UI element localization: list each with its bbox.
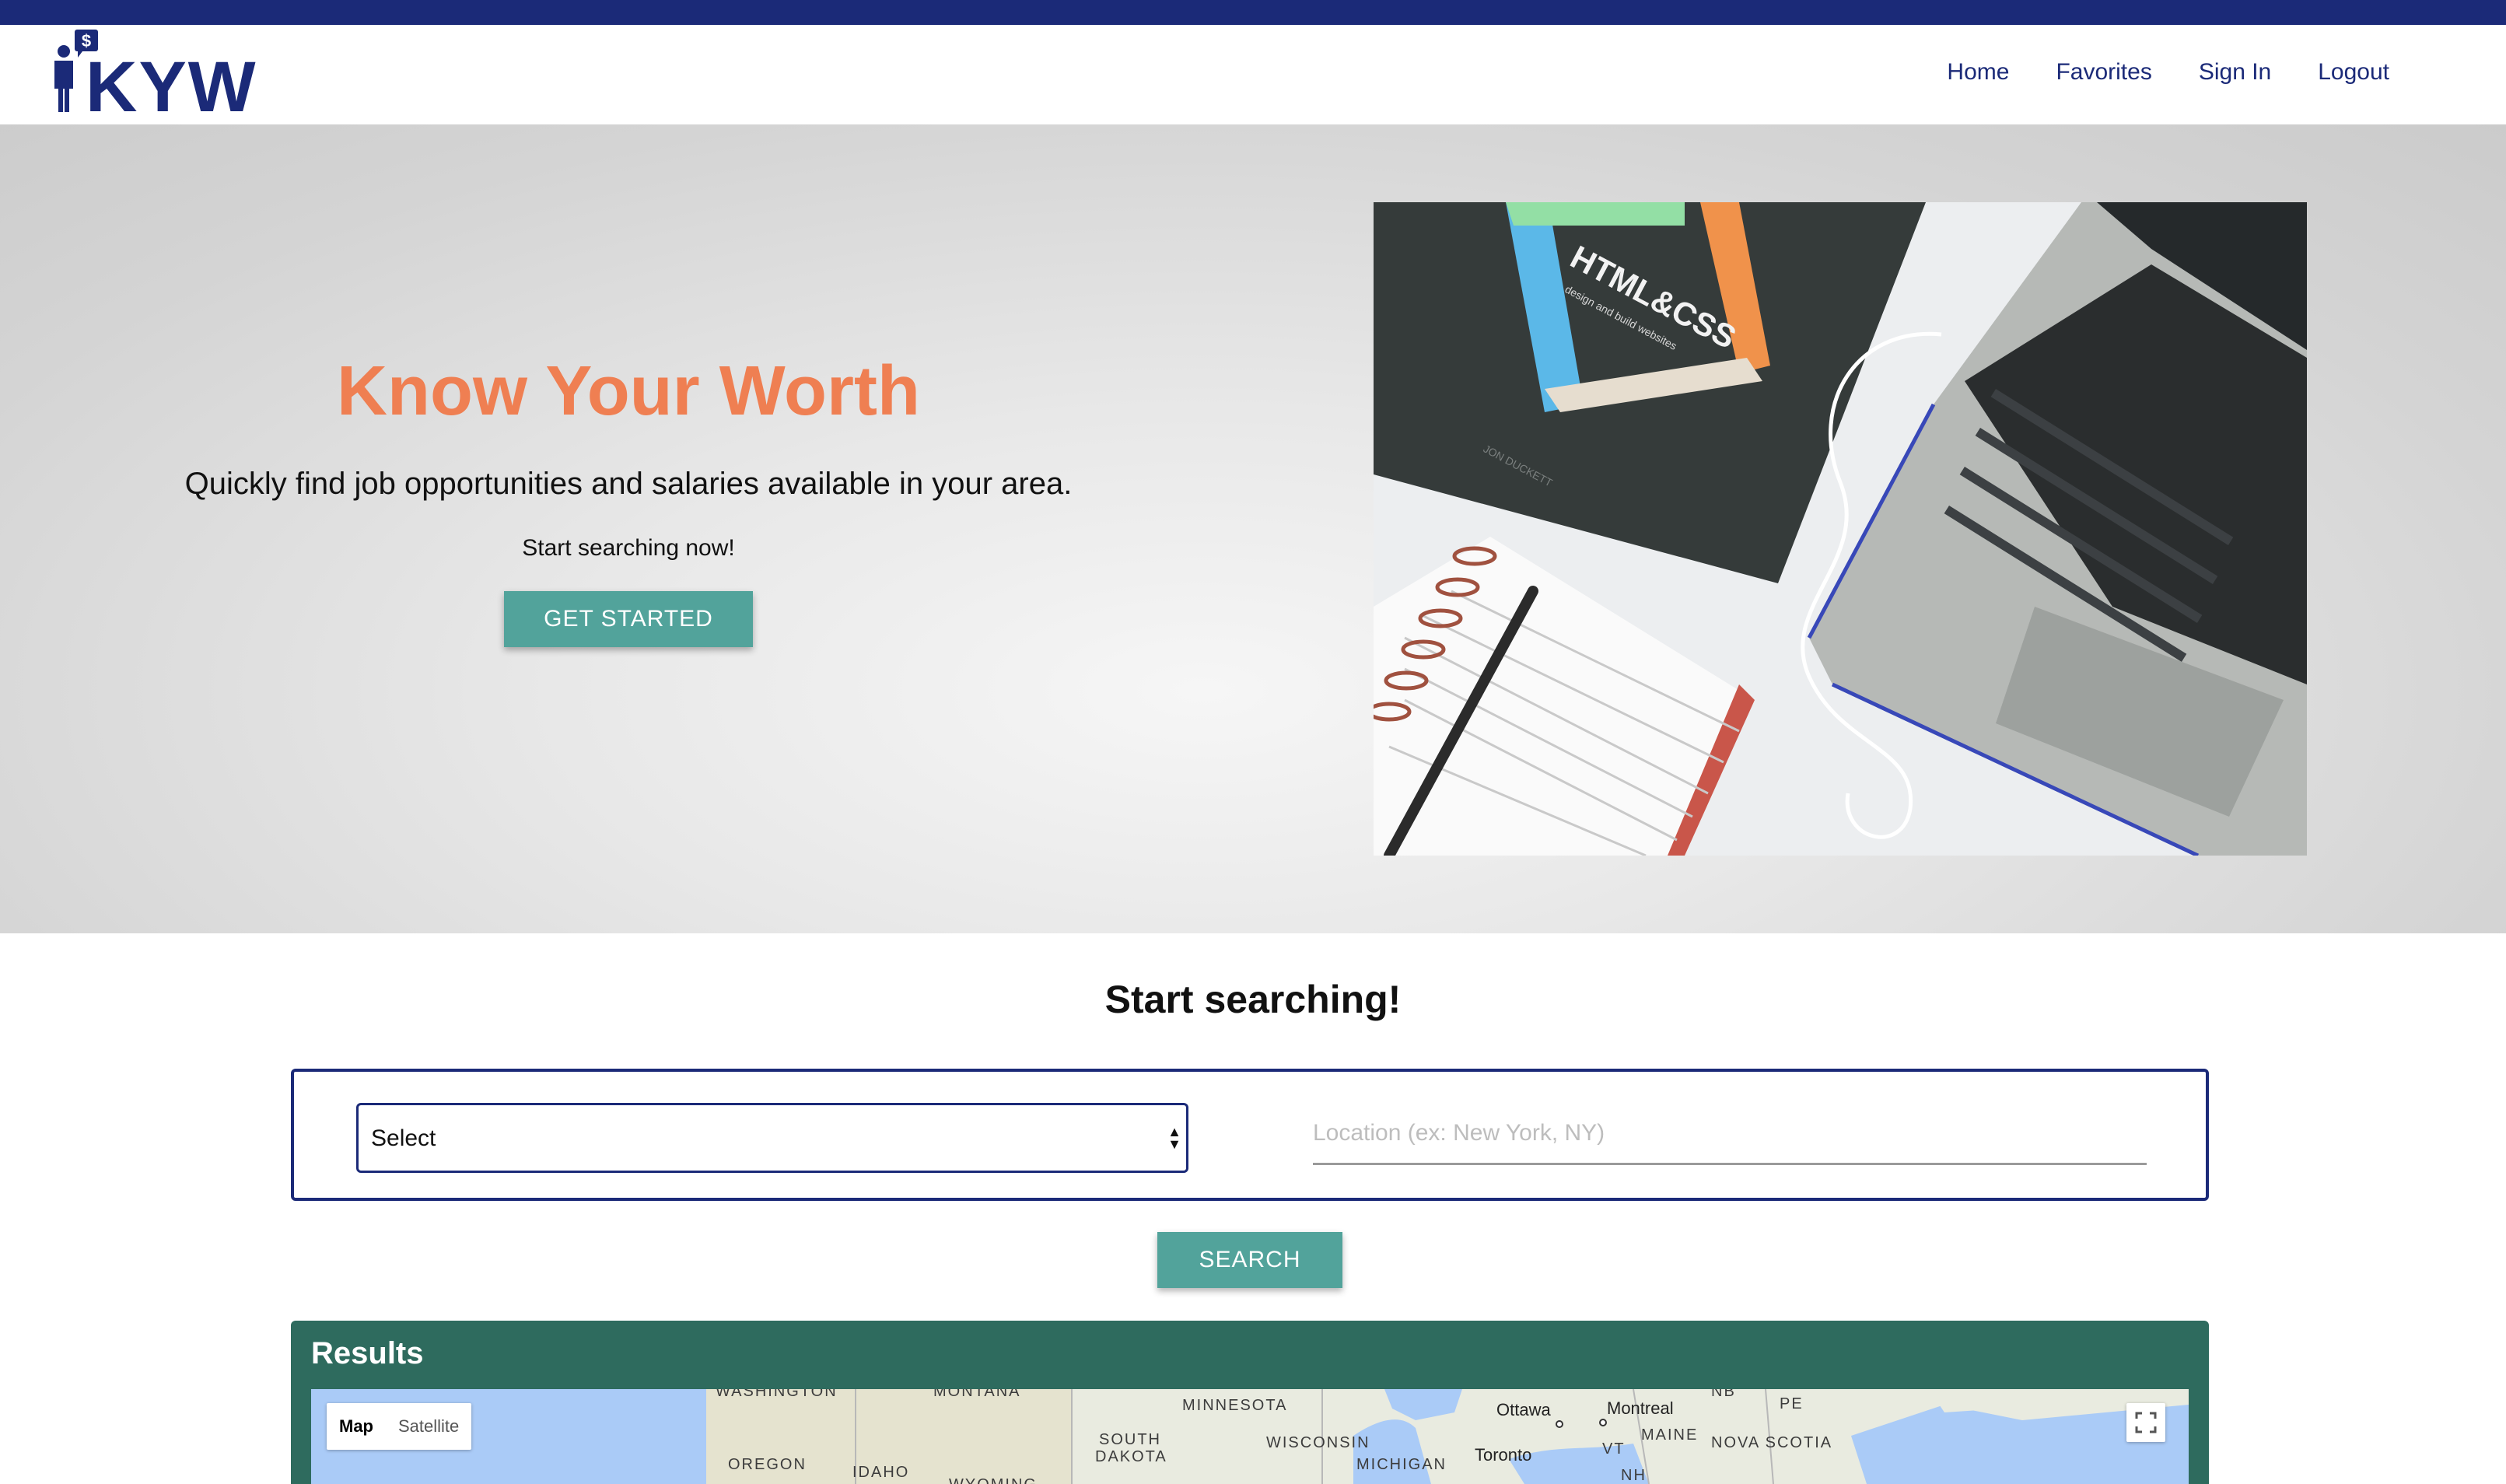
map-label-maine: MAINE — [1641, 1426, 1699, 1444]
top-accent-bar — [0, 0, 2506, 25]
hero-title: Know Your Worth — [337, 352, 920, 430]
map-label-minnesota: MINNESOTA — [1182, 1397, 1288, 1414]
hero-section: Know Your Worth Quickly find job opportu… — [0, 124, 2506, 933]
map-type-map-button[interactable]: Map — [327, 1403, 386, 1450]
map-label-vt: VT — [1602, 1440, 1626, 1458]
job-select[interactable]: Select ▲ ▼ — [356, 1103, 1188, 1173]
nav-sign-in-link[interactable]: Sign In — [2199, 59, 2271, 86]
results-panel: Results WASHINGTON MONTANA MINNESOTA ORE… — [291, 1321, 2209, 1484]
get-started-button[interactable]: GET STARTED — [504, 591, 753, 647]
search-button[interactable]: SEARCH — [1157, 1232, 1342, 1288]
desk-illustration: HTML&CSS design and build websites JON D… — [1374, 202, 2307, 856]
fullscreen-button[interactable] — [2126, 1403, 2165, 1442]
navbar: $ KYW Home Favorites Sign In Logout — [0, 25, 2506, 124]
map-city-dot — [1599, 1419, 1607, 1426]
map-city-ottawa: Ottawa — [1496, 1400, 1551, 1419]
map-label-wyoming: WYOMING — [949, 1476, 1038, 1484]
map-city-toronto: Toronto — [1475, 1445, 1532, 1465]
results-title: Results — [311, 1336, 424, 1370]
nav-home-link[interactable]: Home — [1947, 59, 2009, 86]
map-label-south-dakota: SOUTH DAKOTA — [1095, 1431, 1167, 1465]
map-label-washington: WASHINGTON — [716, 1389, 838, 1400]
hero-desk-image: HTML&CSS design and build websites JON D… — [1374, 202, 2307, 856]
map-type-satellite-button[interactable]: Satellite — [386, 1403, 471, 1450]
map-label-wisconsin: WISCONSIN — [1266, 1434, 1370, 1451]
map-label-nb: NB — [1711, 1389, 1736, 1400]
nav-links: Home Favorites Sign In Logout — [1947, 59, 2389, 86]
hero-prompt: Start searching now! — [522, 535, 735, 561]
map-city-montreal: Montreal — [1607, 1398, 1674, 1418]
search-heading: Start searching! — [1104, 978, 1402, 1021]
map-label-idaho: IDAHO — [852, 1464, 910, 1481]
map-city-dot — [1556, 1420, 1563, 1428]
map-label-montana: MONTANA — [933, 1389, 1021, 1400]
map-label-michigan: MICHIGAN — [1356, 1456, 1447, 1473]
map-label-nova-scotia: NOVA SCOTIA — [1711, 1434, 1833, 1451]
map-type-control: Map Satellite — [327, 1403, 472, 1450]
hero-subtitle: Quickly find job opportunities and salar… — [184, 467, 1073, 501]
map-label-oregon: OREGON — [728, 1456, 807, 1473]
fullscreen-icon — [2135, 1412, 2157, 1433]
nav-logout-link[interactable]: Logout — [2318, 59, 2389, 86]
search-form: Select ▲ ▼ — [291, 1069, 2209, 1201]
results-map[interactable]: WASHINGTON MONTANA MINNESOTA OREGON IDAH… — [311, 1389, 2189, 1484]
select-arrows-icon: ▲ ▼ — [1167, 1124, 1181, 1152]
logo-text: KYW — [86, 47, 257, 127]
location-input[interactable] — [1313, 1103, 2147, 1165]
logo[interactable]: $ KYW — [51, 30, 256, 123]
job-select-value: Select — [371, 1125, 436, 1151]
nav-favorites-link[interactable]: Favorites — [2056, 59, 2151, 86]
map-label-nh: NH — [1621, 1467, 1647, 1484]
map-label-pe: PE — [1780, 1395, 1804, 1412]
